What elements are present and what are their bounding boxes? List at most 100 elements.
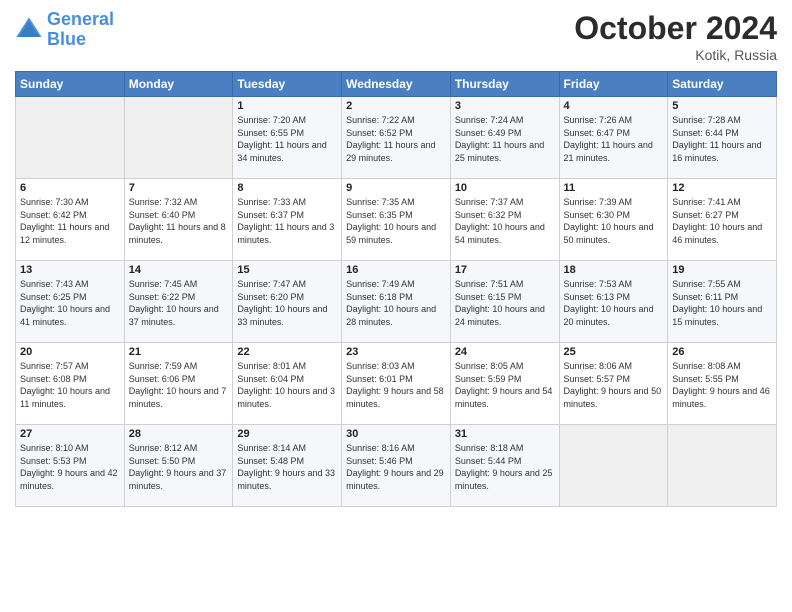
day-number: 11 — [564, 182, 664, 194]
weekday-header: Tuesday — [233, 72, 342, 97]
calendar-cell: 5 Sunrise: 7:28 AMSunset: 6:44 PMDaylight… — [668, 97, 777, 179]
day-number: 20 — [20, 346, 120, 358]
day-number: 31 — [455, 428, 555, 440]
day-info: Sunrise: 7:24 AMSunset: 6:49 PMDaylight:… — [455, 114, 555, 164]
day-number: 9 — [346, 182, 446, 194]
calendar-cell: 29 Sunrise: 8:14 AMSunset: 5:48 PMDayligh… — [233, 425, 342, 507]
day-number: 8 — [237, 182, 337, 194]
weekday-header: Sunday — [16, 72, 125, 97]
page-container: General Blue October 2024 Kotik, Russia … — [0, 0, 792, 517]
calendar-cell: 9 Sunrise: 7:35 AMSunset: 6:35 PMDaylight… — [342, 179, 451, 261]
day-info: Sunrise: 7:30 AMSunset: 6:42 PMDaylight:… — [20, 196, 120, 246]
day-info: Sunrise: 7:26 AMSunset: 6:47 PMDaylight:… — [564, 114, 664, 164]
day-info: Sunrise: 7:55 AMSunset: 6:11 PMDaylight:… — [672, 278, 772, 328]
day-number: 24 — [455, 346, 555, 358]
day-info: Sunrise: 8:01 AMSunset: 6:04 PMDaylight:… — [237, 360, 337, 410]
day-number: 27 — [20, 428, 120, 440]
day-info: Sunrise: 7:43 AMSunset: 6:25 PMDaylight:… — [20, 278, 120, 328]
day-info: Sunrise: 7:49 AMSunset: 6:18 PMDaylight:… — [346, 278, 446, 328]
day-number: 4 — [564, 100, 664, 112]
day-info: Sunrise: 8:05 AMSunset: 5:59 PMDaylight:… — [455, 360, 555, 410]
logo-general: General — [47, 9, 114, 29]
day-info: Sunrise: 7:22 AMSunset: 6:52 PMDaylight:… — [346, 114, 446, 164]
logo: General Blue — [15, 10, 114, 50]
weekday-header: Wednesday — [342, 72, 451, 97]
calendar-cell: 8 Sunrise: 7:33 AMSunset: 6:37 PMDaylight… — [233, 179, 342, 261]
title-block: October 2024 Kotik, Russia — [574, 10, 777, 63]
day-info: Sunrise: 8:18 AMSunset: 5:44 PMDaylight:… — [455, 442, 555, 492]
day-number: 2 — [346, 100, 446, 112]
calendar-week-row: 6Sunrise: 7:30 AMSunset: 6:42 PMDaylight… — [16, 179, 777, 261]
location-subtitle: Kotik, Russia — [574, 47, 777, 63]
page-header: General Blue October 2024 Kotik, Russia — [15, 10, 777, 63]
calendar-cell: 15 Sunrise: 7:47 AMSunset: 6:20 PMDayligh… — [233, 261, 342, 343]
day-info: Sunrise: 7:53 AMSunset: 6:13 PMDaylight:… — [564, 278, 664, 328]
calendar-week-row: 1 Sunrise: 7:20 AMSunset: 6:55 PMDaylight… — [16, 97, 777, 179]
day-info: Sunrise: 7:35 AMSunset: 6:35 PMDaylight:… — [346, 196, 446, 246]
day-number: 15 — [237, 264, 337, 276]
day-number: 25 — [564, 346, 664, 358]
day-info: Sunrise: 7:45 AMSunset: 6:22 PMDaylight:… — [129, 278, 229, 328]
calendar-cell — [16, 97, 125, 179]
calendar-cell: 7 Sunrise: 7:32 AMSunset: 6:40 PMDaylight… — [124, 179, 233, 261]
day-number: 13 — [20, 264, 120, 276]
calendar-cell: 27 Sunrise: 8:10 AMSunset: 5:53 PMDayligh… — [16, 425, 125, 507]
day-info: Sunrise: 7:47 AMSunset: 6:20 PMDaylight:… — [237, 278, 337, 328]
day-info: Sunrise: 7:33 AMSunset: 6:37 PMDaylight:… — [237, 196, 337, 246]
day-info: Sunrise: 7:28 AMSunset: 6:44 PMDaylight:… — [672, 114, 772, 164]
day-number: 3 — [455, 100, 555, 112]
calendar-cell: 10Sunrise: 7:37 AMSunset: 6:32 PMDayligh… — [450, 179, 559, 261]
weekday-header: Thursday — [450, 72, 559, 97]
day-number: 5 — [672, 100, 772, 112]
calendar-cell: 3 Sunrise: 7:24 AMSunset: 6:49 PMDaylight… — [450, 97, 559, 179]
calendar-cell: 23Sunrise: 8:03 AMSunset: 6:01 PMDayligh… — [342, 343, 451, 425]
calendar-week-row: 27 Sunrise: 8:10 AMSunset: 5:53 PMDayligh… — [16, 425, 777, 507]
logo-text: General Blue — [47, 10, 114, 50]
day-number: 12 — [672, 182, 772, 194]
day-number: 14 — [129, 264, 229, 276]
day-info: Sunrise: 7:39 AMSunset: 6:30 PMDaylight:… — [564, 196, 664, 246]
day-number: 16 — [346, 264, 446, 276]
day-number: 7 — [129, 182, 229, 194]
calendar-cell: 16 Sunrise: 7:49 AMSunset: 6:18 PMDayligh… — [342, 261, 451, 343]
day-number: 17 — [455, 264, 555, 276]
day-info: Sunrise: 8:08 AMSunset: 5:55 PMDaylight:… — [672, 360, 772, 410]
day-info: Sunrise: 7:20 AMSunset: 6:55 PMDaylight:… — [237, 114, 337, 164]
day-number: 28 — [129, 428, 229, 440]
day-number: 19 — [672, 264, 772, 276]
day-info: Sunrise: 8:12 AMSunset: 5:50 PMDaylight:… — [129, 442, 229, 492]
calendar-cell: 1 Sunrise: 7:20 AMSunset: 6:55 PMDaylight… — [233, 97, 342, 179]
day-number: 1 — [237, 100, 337, 112]
calendar-cell: 14 Sunrise: 7:45 AMSunset: 6:22 PMDayligh… — [124, 261, 233, 343]
weekday-header: Saturday — [668, 72, 777, 97]
day-number: 30 — [346, 428, 446, 440]
day-info: Sunrise: 8:03 AMSunset: 6:01 PMDaylight:… — [346, 360, 446, 410]
day-info: Sunrise: 7:59 AMSunset: 6:06 PMDaylight:… — [129, 360, 229, 410]
calendar-cell: 17 Sunrise: 7:51 AMSunset: 6:15 PMDayligh… — [450, 261, 559, 343]
calendar-cell: 21Sunrise: 7:59 AMSunset: 6:06 PMDayligh… — [124, 343, 233, 425]
day-number: 22 — [237, 346, 337, 358]
day-info: Sunrise: 8:16 AMSunset: 5:46 PMDaylight:… — [346, 442, 446, 492]
calendar-cell: 30 Sunrise: 8:16 AMSunset: 5:46 PMDayligh… — [342, 425, 451, 507]
calendar-cell — [559, 425, 668, 507]
calendar-cell: 25 Sunrise: 8:06 AMSunset: 5:57 PMDayligh… — [559, 343, 668, 425]
day-number: 29 — [237, 428, 337, 440]
calendar-cell: 2 Sunrise: 7:22 AMSunset: 6:52 PMDaylight… — [342, 97, 451, 179]
month-title: October 2024 — [574, 10, 777, 47]
weekday-header: Monday — [124, 72, 233, 97]
calendar-cell: 6Sunrise: 7:30 AMSunset: 6:42 PMDaylight… — [16, 179, 125, 261]
calendar-cell: 28 Sunrise: 8:12 AMSunset: 5:50 PMDayligh… — [124, 425, 233, 507]
weekday-header: Friday — [559, 72, 668, 97]
calendar-cell: 4 Sunrise: 7:26 AMSunset: 6:47 PMDaylight… — [559, 97, 668, 179]
day-info: Sunrise: 8:14 AMSunset: 5:48 PMDaylight:… — [237, 442, 337, 492]
calendar-header-row: SundayMondayTuesdayWednesdayThursdayFrid… — [16, 72, 777, 97]
calendar-cell — [124, 97, 233, 179]
day-info: Sunrise: 8:10 AMSunset: 5:53 PMDaylight:… — [20, 442, 120, 492]
day-info: Sunrise: 8:06 AMSunset: 5:57 PMDaylight:… — [564, 360, 664, 410]
calendar-cell — [668, 425, 777, 507]
day-number: 10 — [455, 182, 555, 194]
calendar-cell: 12Sunrise: 7:41 AMSunset: 6:27 PMDayligh… — [668, 179, 777, 261]
day-info: Sunrise: 7:51 AMSunset: 6:15 PMDaylight:… — [455, 278, 555, 328]
day-info: Sunrise: 7:32 AMSunset: 6:40 PMDaylight:… — [129, 196, 229, 246]
calendar-cell: 11 Sunrise: 7:39 AMSunset: 6:30 PMDayligh… — [559, 179, 668, 261]
